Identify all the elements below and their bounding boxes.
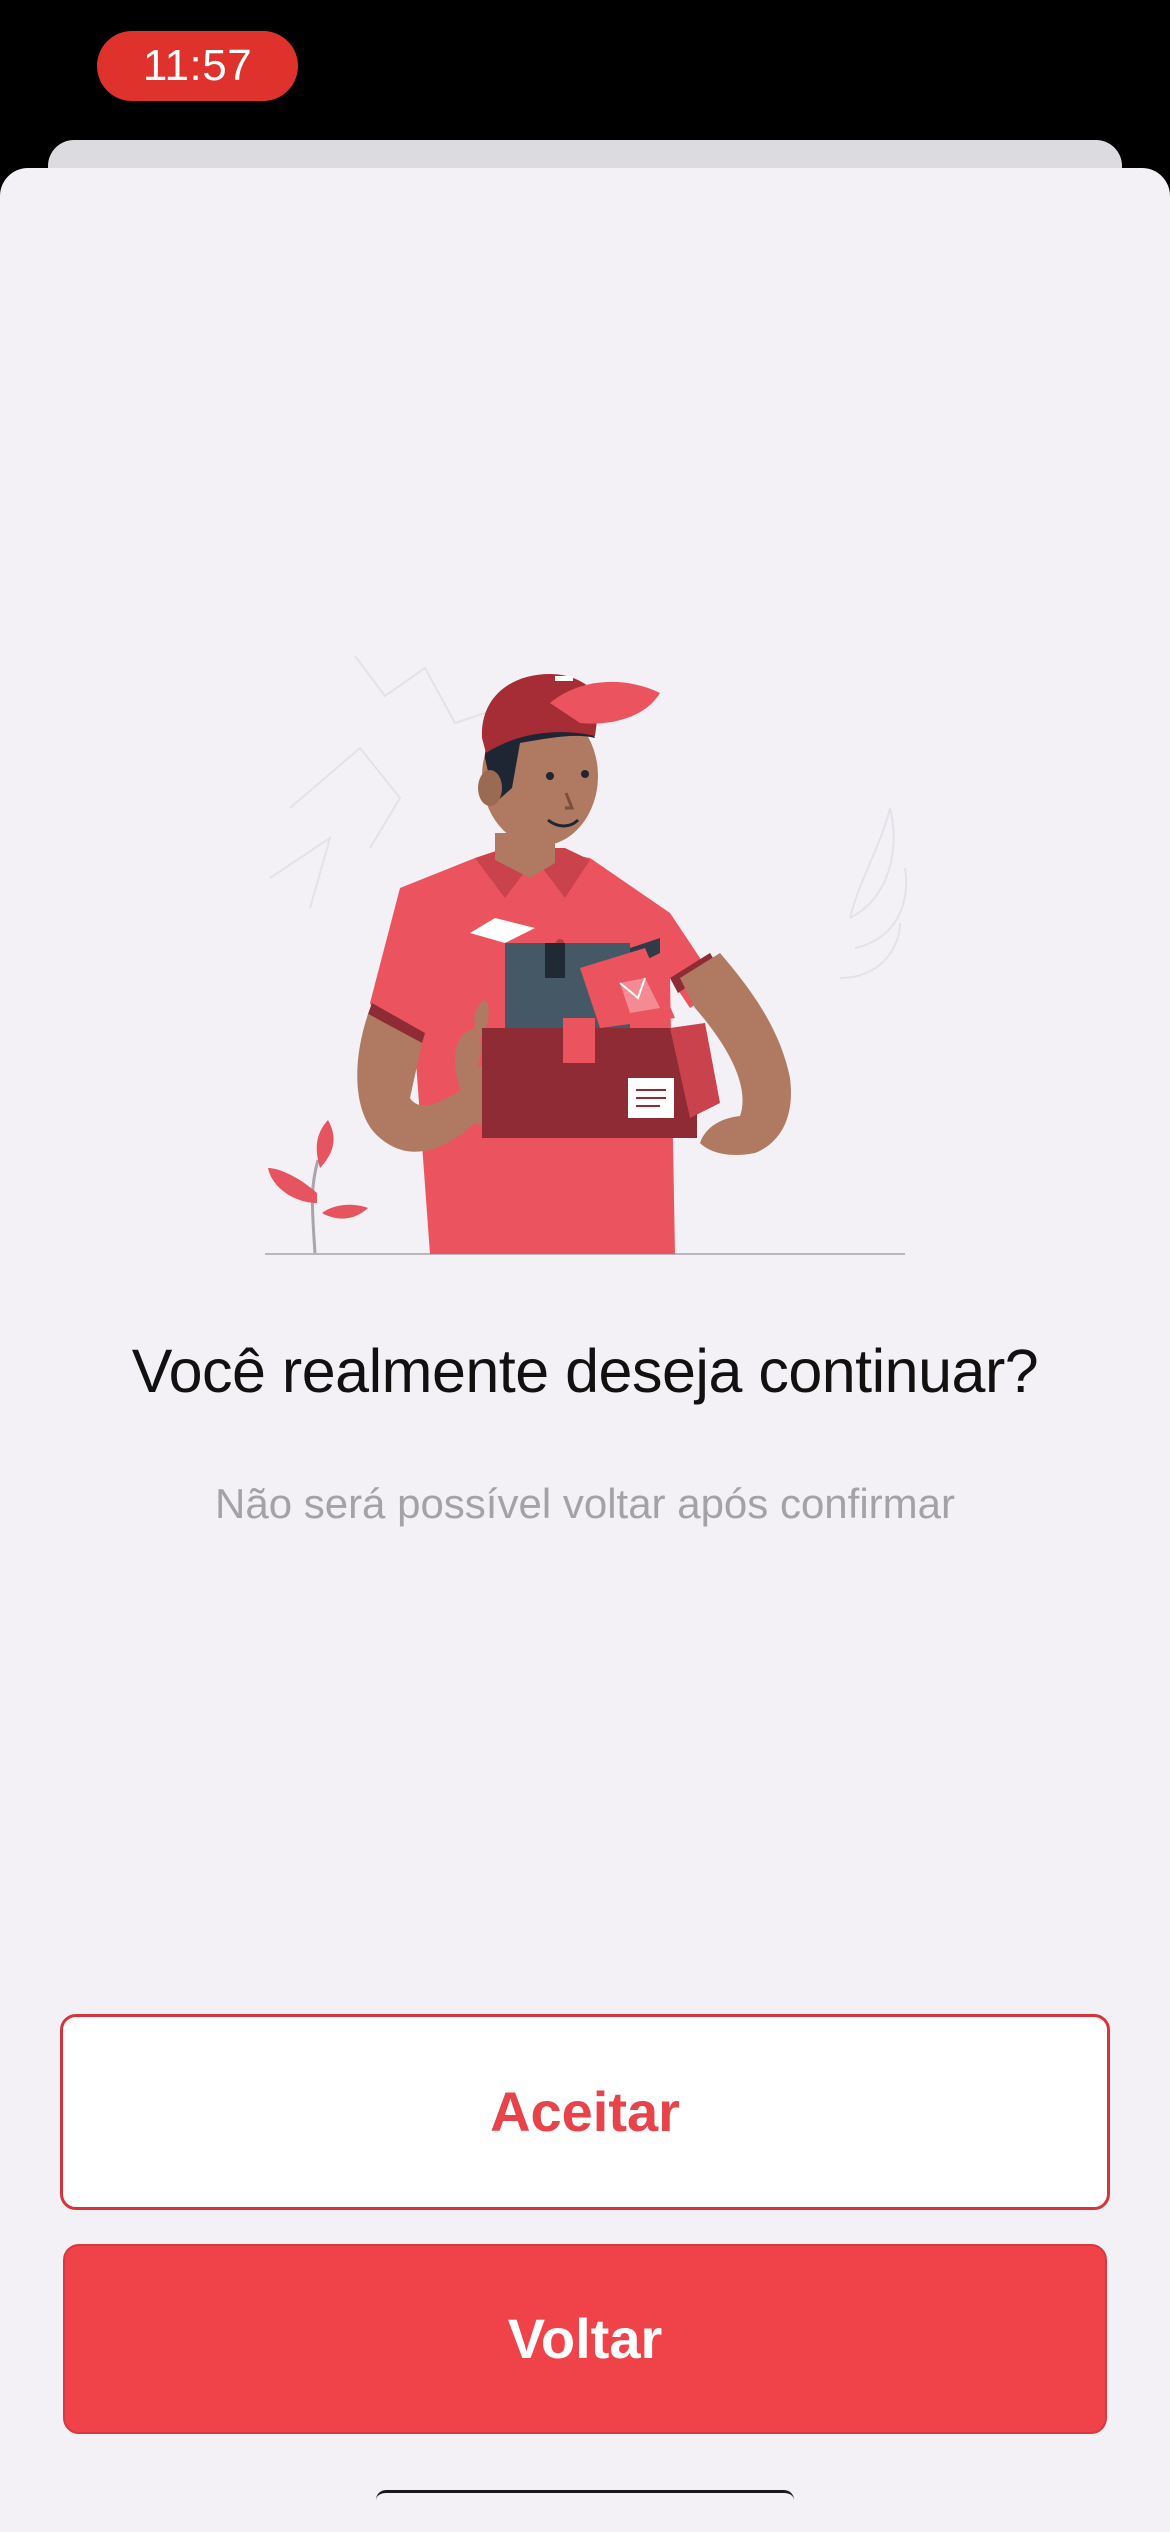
accept-button[interactable]: Aceitar bbox=[60, 2014, 1110, 2210]
screen: 11:57 Você realmente deseja continuar? N… bbox=[0, 0, 1170, 2532]
confirmation-sheet: Você realmente deseja continuar? Não ser… bbox=[0, 168, 1170, 2532]
status-time: 11:57 bbox=[97, 31, 298, 101]
dialog-subtitle: Não será possível voltar após confirmar bbox=[215, 1480, 955, 1527]
home-indicator[interactable] bbox=[376, 2490, 794, 2509]
dialog-title: Você realmente deseja continuar? bbox=[131, 1337, 1039, 1405]
back-button[interactable]: Voltar bbox=[63, 2244, 1107, 2434]
delivery-person-illustration bbox=[265, 655, 908, 1255]
status-bar: 11:57 bbox=[0, 0, 1170, 150]
